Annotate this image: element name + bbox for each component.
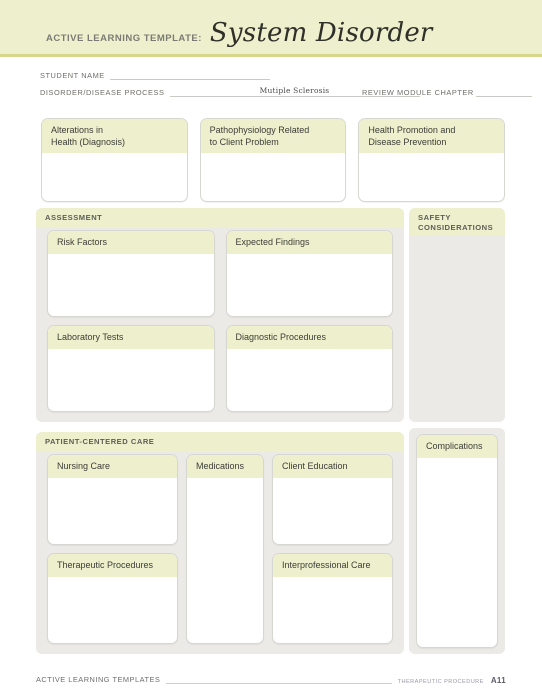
header-title-group: ACTIVE LEARNING TEMPLATE: System Disorde… xyxy=(46,20,433,46)
student-name-row: STUDENT NAME xyxy=(40,71,270,81)
box-pathophysiology-title: Pathophysiology Related to Client Proble… xyxy=(200,119,346,154)
student-name-label: STUDENT NAME xyxy=(40,71,105,80)
form-fields-area: STUDENT NAME DISORDER/DISEASE PROCESS Mu… xyxy=(0,64,542,106)
patient-centered-care-grid: Nursing Care Therapeutic Procedures Medi… xyxy=(47,454,393,644)
box-health-promotion-title-line2: Disease Prevention xyxy=(368,136,447,147)
box-pathophysiology[interactable]: Pathophysiology Related to Client Proble… xyxy=(199,118,347,202)
pcc-middle-column: Medications xyxy=(186,454,264,644)
patient-centered-care-section-title: PATIENT-CENTERED CARE xyxy=(45,437,155,446)
assessment-grid: Risk Factors Expected Findings Laborator… xyxy=(47,230,393,412)
box-risk-factors-title: Risk Factors xyxy=(48,231,214,254)
box-expected-findings-title: Expected Findings xyxy=(226,231,392,254)
box-therapeutic-procedures[interactable]: Therapeutic Procedures xyxy=(47,553,178,644)
footer-section-label: THERAPEUTIC PROCEDURE xyxy=(397,679,484,685)
box-interprofessional-care-title: Interprofessional Care xyxy=(273,554,392,577)
patient-centered-care-section: PATIENT-CENTERED CARE Nursing Care Thera… xyxy=(36,432,404,654)
top-boxes-row: Alterations in Health (Diagnosis) Pathop… xyxy=(41,118,506,202)
box-nursing-care-title: Nursing Care xyxy=(48,455,177,478)
box-alterations-in-health-title: Alterations in Health (Diagnosis) xyxy=(42,119,187,154)
template-type-label: ACTIVE LEARNING TEMPLATE: xyxy=(46,33,202,44)
page-title: System Disorder xyxy=(209,18,433,48)
box-diagnostic-procedures-title: Diagnostic Procedures xyxy=(226,326,392,349)
review-module-chapter-label: REVIEW MODULE CHAPTER xyxy=(362,88,474,97)
box-interprofessional-care[interactable]: Interprofessional Care xyxy=(272,553,393,644)
box-pathophysiology-title-line1: Pathophysiology Related xyxy=(209,125,310,135)
assessment-section-title: ASSESSMENT xyxy=(45,213,103,222)
box-therapeutic-procedures-title: Therapeutic Procedures xyxy=(48,554,177,577)
footer-page-number: A11 xyxy=(490,676,506,685)
box-medications[interactable]: Medications xyxy=(186,454,264,644)
box-laboratory-tests-title: Laboratory Tests xyxy=(48,326,214,349)
safety-considerations-title-line2: CONSIDERATIONS xyxy=(418,223,494,233)
box-medications-title: Medications xyxy=(187,455,263,478)
footer-meta-group: THERAPEUTIC PROCEDURE A11 xyxy=(391,676,506,685)
review-module-chapter-input[interactable] xyxy=(475,96,532,98)
box-health-promotion-title: Health Promotion and Disease Prevention xyxy=(359,119,505,154)
box-client-education[interactable]: Client Education xyxy=(272,454,393,545)
box-complications-title: Complications xyxy=(417,435,497,458)
box-alterations-in-health[interactable]: Alterations in Health (Diagnosis) xyxy=(41,118,188,202)
footer-brand-label: ACTIVE LEARNING TEMPLATES xyxy=(36,675,167,684)
assessment-section: ASSESSMENT Risk Factors Expected Finding… xyxy=(36,208,404,422)
disorder-process-label: DISORDER/DISEASE PROCESS xyxy=(40,88,165,97)
review-module-chapter-row: REVIEW MODULE CHAPTER xyxy=(362,88,532,98)
box-health-promotion-title-line1: Health Promotion and xyxy=(368,125,456,135)
pcc-right-column: Client Education Interprofessional Care xyxy=(272,454,393,644)
box-laboratory-tests[interactable]: Laboratory Tests xyxy=(47,325,215,412)
box-risk-factors[interactable]: Risk Factors xyxy=(47,230,215,317)
box-alterations-in-health-title-line1: Alterations in xyxy=(51,125,104,135)
box-expected-findings[interactable]: Expected Findings xyxy=(225,230,393,317)
box-health-promotion[interactable]: Health Promotion and Disease Prevention xyxy=(358,118,506,202)
header-band: ACTIVE LEARNING TEMPLATE: System Disorde… xyxy=(0,0,542,57)
safety-considerations-title: SAFETY CONSIDERATIONS xyxy=(418,213,493,234)
safety-considerations-title-line1: SAFETY xyxy=(418,213,451,222)
complications-section: Complications xyxy=(409,428,505,654)
box-nursing-care[interactable]: Nursing Care xyxy=(47,454,178,545)
student-name-input[interactable] xyxy=(109,79,270,81)
box-complications[interactable]: Complications xyxy=(416,434,498,648)
box-diagnostic-procedures[interactable]: Diagnostic Procedures xyxy=(225,325,393,412)
box-alterations-in-health-title-line2: Health (Diagnosis) xyxy=(51,136,126,147)
safety-considerations-section[interactable]: SAFETY CONSIDERATIONS xyxy=(409,208,505,422)
box-pathophysiology-title-line2: to Client Problem xyxy=(209,136,279,147)
box-client-education-title: Client Education xyxy=(273,455,392,478)
pcc-left-column: Nursing Care Therapeutic Procedures xyxy=(47,454,178,644)
page-footer: ACTIVE LEARNING TEMPLATES THERAPEUTIC PR… xyxy=(0,674,542,700)
